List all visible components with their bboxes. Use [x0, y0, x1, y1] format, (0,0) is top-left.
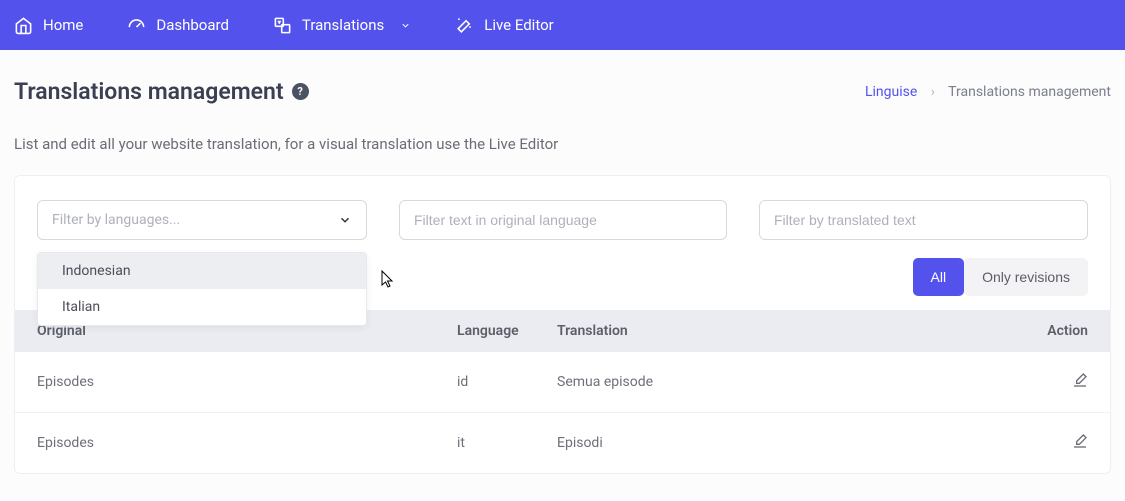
- nav-live-label: Live Editor: [484, 16, 553, 34]
- nav-translations[interactable]: Translations: [273, 16, 411, 35]
- cell-language: id: [457, 374, 557, 390]
- page-title: Translations management: [14, 78, 284, 105]
- nav-dashboard-label: Dashboard: [156, 16, 229, 34]
- table-row: Episodes id Semua episode: [15, 352, 1110, 413]
- nav-live-editor[interactable]: Live Editor: [455, 16, 553, 35]
- breadcrumb-current: Translations management: [948, 84, 1111, 100]
- chevron-down-icon: [400, 20, 411, 31]
- gauge-icon: [127, 16, 146, 35]
- chevron-down-icon: [338, 213, 352, 227]
- cell-translation: Semua episode: [557, 374, 1028, 390]
- language-filter-placeholder: Filter by languages...: [52, 212, 180, 228]
- edit-icon[interactable]: [1072, 433, 1088, 449]
- nav-home[interactable]: Home: [14, 16, 83, 35]
- edit-icon[interactable]: [1072, 372, 1088, 388]
- cell-language: it: [457, 435, 557, 451]
- table-row: Episodes it Episodi: [15, 413, 1110, 473]
- cell-original: Episodes: [37, 374, 457, 390]
- translated-text-filter-input[interactable]: [759, 200, 1088, 240]
- intro-text: List and edit all your website translati…: [14, 135, 1111, 153]
- help-icon[interactable]: ?: [292, 83, 309, 100]
- wand-icon: [455, 16, 474, 35]
- nav-translations-label: Translations: [302, 16, 384, 34]
- dropdown-option-italian[interactable]: Italian: [38, 289, 366, 325]
- segment-all[interactable]: All: [913, 258, 965, 296]
- cell-translation: Episodi: [557, 435, 1028, 451]
- language-filter-select[interactable]: Filter by languages...: [37, 200, 367, 240]
- language-dropdown: Indonesian Italian: [37, 252, 367, 326]
- original-text-filter-input[interactable]: [399, 200, 727, 240]
- nav-dashboard[interactable]: Dashboard: [127, 16, 229, 35]
- dropdown-option-indonesian[interactable]: Indonesian: [38, 253, 366, 289]
- col-header-language: Language: [457, 323, 557, 339]
- chevron-right-icon: ›: [931, 84, 935, 100]
- breadcrumb: Linguise › Translations management: [865, 84, 1111, 100]
- cell-original: Episodes: [37, 435, 457, 451]
- nav-home-label: Home: [43, 16, 83, 34]
- col-header-translation: Translation: [557, 323, 1028, 339]
- col-header-action: Action: [1028, 323, 1088, 339]
- top-navbar: Home Dashboard Translations Live Editor: [0, 0, 1125, 50]
- translate-icon: [273, 16, 292, 35]
- segment-revisions[interactable]: Only revisions: [964, 258, 1088, 296]
- home-icon: [14, 16, 33, 35]
- translations-card: Filter by languages... Indonesian Italia…: [14, 175, 1111, 474]
- breadcrumb-root[interactable]: Linguise: [865, 84, 917, 100]
